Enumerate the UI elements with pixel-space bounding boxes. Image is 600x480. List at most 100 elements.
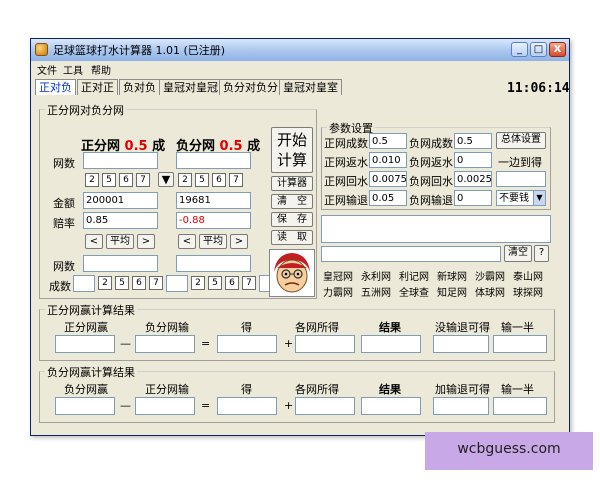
result2-field-5[interactable]: [361, 397, 421, 415]
left-quick-7[interactable]: 7: [136, 173, 150, 187]
tab-zheng-dui-fu[interactable]: 正对负: [35, 79, 76, 95]
link-tiqiu[interactable]: 体球网: [475, 284, 505, 299]
menu-tools[interactable]: 工具: [63, 62, 83, 77]
cartoon-face-icon: [274, 253, 310, 293]
left-quick-5[interactable]: 5: [102, 173, 116, 187]
right-quick-7[interactable]: 7: [229, 173, 243, 187]
param-fu-chengshu[interactable]: 0.5: [454, 133, 492, 149]
left-prev-button[interactable]: <: [85, 234, 103, 249]
result1-field-4[interactable]: [295, 335, 355, 353]
tab-fufen-dui-fufen[interactable]: 负分对负分: [219, 79, 282, 95]
param-fu-fanshui[interactable]: 0: [454, 152, 492, 168]
start-calc-button[interactable]: 开始 计算: [271, 127, 313, 173]
right-next-button[interactable]: >: [230, 234, 248, 249]
right-wangshu-result[interactable]: [176, 255, 251, 272]
param-zheng-huishui[interactable]: 0.0075: [369, 171, 407, 187]
menu-file[interactable]: 文件: [37, 62, 57, 77]
left-quick-2[interactable]: 2: [85, 173, 99, 187]
result1-h4: 各网所得: [295, 321, 339, 334]
left-odds-input[interactable]: 0.85: [83, 212, 158, 229]
tab-fu-dui-fu[interactable]: 负对负: [119, 79, 160, 95]
link-yongli[interactable]: 永利网: [361, 268, 391, 283]
overall-settings-button[interactable]: 总体设置: [496, 132, 546, 149]
left-average-button[interactable]: 平均: [106, 234, 134, 249]
result2-h3: 得: [241, 383, 252, 396]
right-chengshu-input[interactable]: [166, 275, 188, 292]
notes-textarea[interactable]: [321, 215, 551, 243]
result2-h5: 结果: [379, 383, 401, 396]
link-wuzhou[interactable]: 五洲网: [361, 284, 391, 299]
tab-huangguan-dui-huangshi[interactable]: 皇冠对皇室: [279, 79, 342, 95]
result1-field-6[interactable]: [433, 335, 489, 353]
right-cheng-quick-2[interactable]: 2: [191, 276, 205, 290]
result2-field-4[interactable]: [295, 397, 355, 415]
result1-plus: +: [284, 337, 294, 350]
left-wangshu-input[interactable]: [83, 152, 158, 169]
tab-zheng-dui-zheng[interactable]: 正对正: [77, 79, 118, 95]
link-shaba[interactable]: 沙霸网: [475, 268, 505, 283]
result1-field-5[interactable]: [361, 335, 421, 353]
right-average-button[interactable]: 平均: [199, 234, 227, 249]
clear-button[interactable]: 清 空: [271, 194, 313, 209]
result1-field-2[interactable]: [135, 335, 195, 353]
link-xinqiu[interactable]: 新球网: [437, 268, 467, 283]
yibian-daode-input[interactable]: [496, 171, 546, 187]
link-huangguan[interactable]: 皇冠网: [323, 268, 353, 283]
right-quick-2[interactable]: 2: [178, 173, 192, 187]
right-quick-5[interactable]: 5: [195, 173, 209, 187]
result2-field-2[interactable]: [135, 397, 195, 415]
label-chengshu: 成数: [49, 280, 71, 293]
param-label-3b: 负网回水: [409, 175, 453, 188]
result2-field-1[interactable]: [55, 397, 115, 415]
link-zhizu[interactable]: 知足网: [437, 284, 467, 299]
notes-input[interactable]: [321, 246, 501, 262]
tab-huangguan-dui-huangguan[interactable]: 皇冠对皇冠: [159, 79, 222, 95]
result2-h7: 输一半: [501, 383, 534, 396]
swap-arrow-down-icon[interactable]: ▼: [158, 172, 174, 187]
menu-help[interactable]: 帮助: [91, 62, 111, 77]
link-taishan[interactable]: 泰山网: [513, 268, 543, 283]
close-button[interactable]: X: [549, 42, 566, 57]
left-quick-6[interactable]: 6: [119, 173, 133, 187]
right-quick-6[interactable]: 6: [212, 173, 226, 187]
param-fu-huishui[interactable]: 0.0025: [454, 171, 492, 187]
param-zheng-chengshu[interactable]: 0.5: [369, 133, 407, 149]
left-cheng-quick-7[interactable]: 7: [149, 276, 163, 290]
link-qiutan[interactable]: 球探网: [513, 284, 543, 299]
left-cheng-quick-2[interactable]: 2: [98, 276, 112, 290]
left-wangshu-result[interactable]: [83, 255, 158, 272]
right-cheng-quick-6[interactable]: 6: [225, 276, 239, 290]
param-zheng-shutui[interactable]: 0.05: [369, 190, 407, 206]
result2-field-3[interactable]: [217, 397, 277, 415]
right-cheng-quick-7[interactable]: 7: [242, 276, 256, 290]
maximize-button[interactable]: □: [530, 42, 547, 57]
notes-clear-button[interactable]: 清空: [504, 245, 532, 262]
save-button[interactable]: 保 存: [271, 212, 313, 227]
result2-field-7[interactable]: [493, 397, 547, 415]
right-cheng-quick-5[interactable]: 5: [208, 276, 222, 290]
left-cheng-quick-5[interactable]: 5: [115, 276, 129, 290]
result1-field-3[interactable]: [217, 335, 277, 353]
param-zheng-fanshui[interactable]: 0.010: [369, 152, 407, 168]
load-button[interactable]: 读 取: [271, 230, 313, 245]
left-chengshu-input[interactable]: [73, 275, 95, 292]
chevron-down-icon[interactable]: ▼: [533, 191, 545, 205]
left-cheng-quick-6[interactable]: 6: [132, 276, 146, 290]
right-amount-input[interactable]: 19681: [176, 192, 251, 209]
link-liji[interactable]: 利记网: [399, 268, 429, 283]
right-wangshu-input[interactable]: [176, 152, 251, 169]
result1-field-1[interactable]: [55, 335, 115, 353]
app-icon: [35, 43, 48, 56]
help-icon[interactable]: ?: [534, 245, 549, 262]
link-quanqiucha[interactable]: 全球查: [399, 284, 429, 299]
left-next-button[interactable]: >: [137, 234, 155, 249]
calculator-button[interactable]: 计算器: [271, 176, 313, 191]
link-liba[interactable]: 力霸网: [323, 284, 353, 299]
left-amount-input[interactable]: 200001: [83, 192, 158, 209]
minimize-button[interactable]: _: [511, 42, 528, 57]
result2-field-6[interactable]: [433, 397, 489, 415]
right-prev-button[interactable]: <: [178, 234, 196, 249]
param-fu-shutui[interactable]: 0: [454, 190, 492, 206]
right-odds-input[interactable]: -0.88: [176, 212, 251, 229]
result1-field-7[interactable]: [493, 335, 547, 353]
